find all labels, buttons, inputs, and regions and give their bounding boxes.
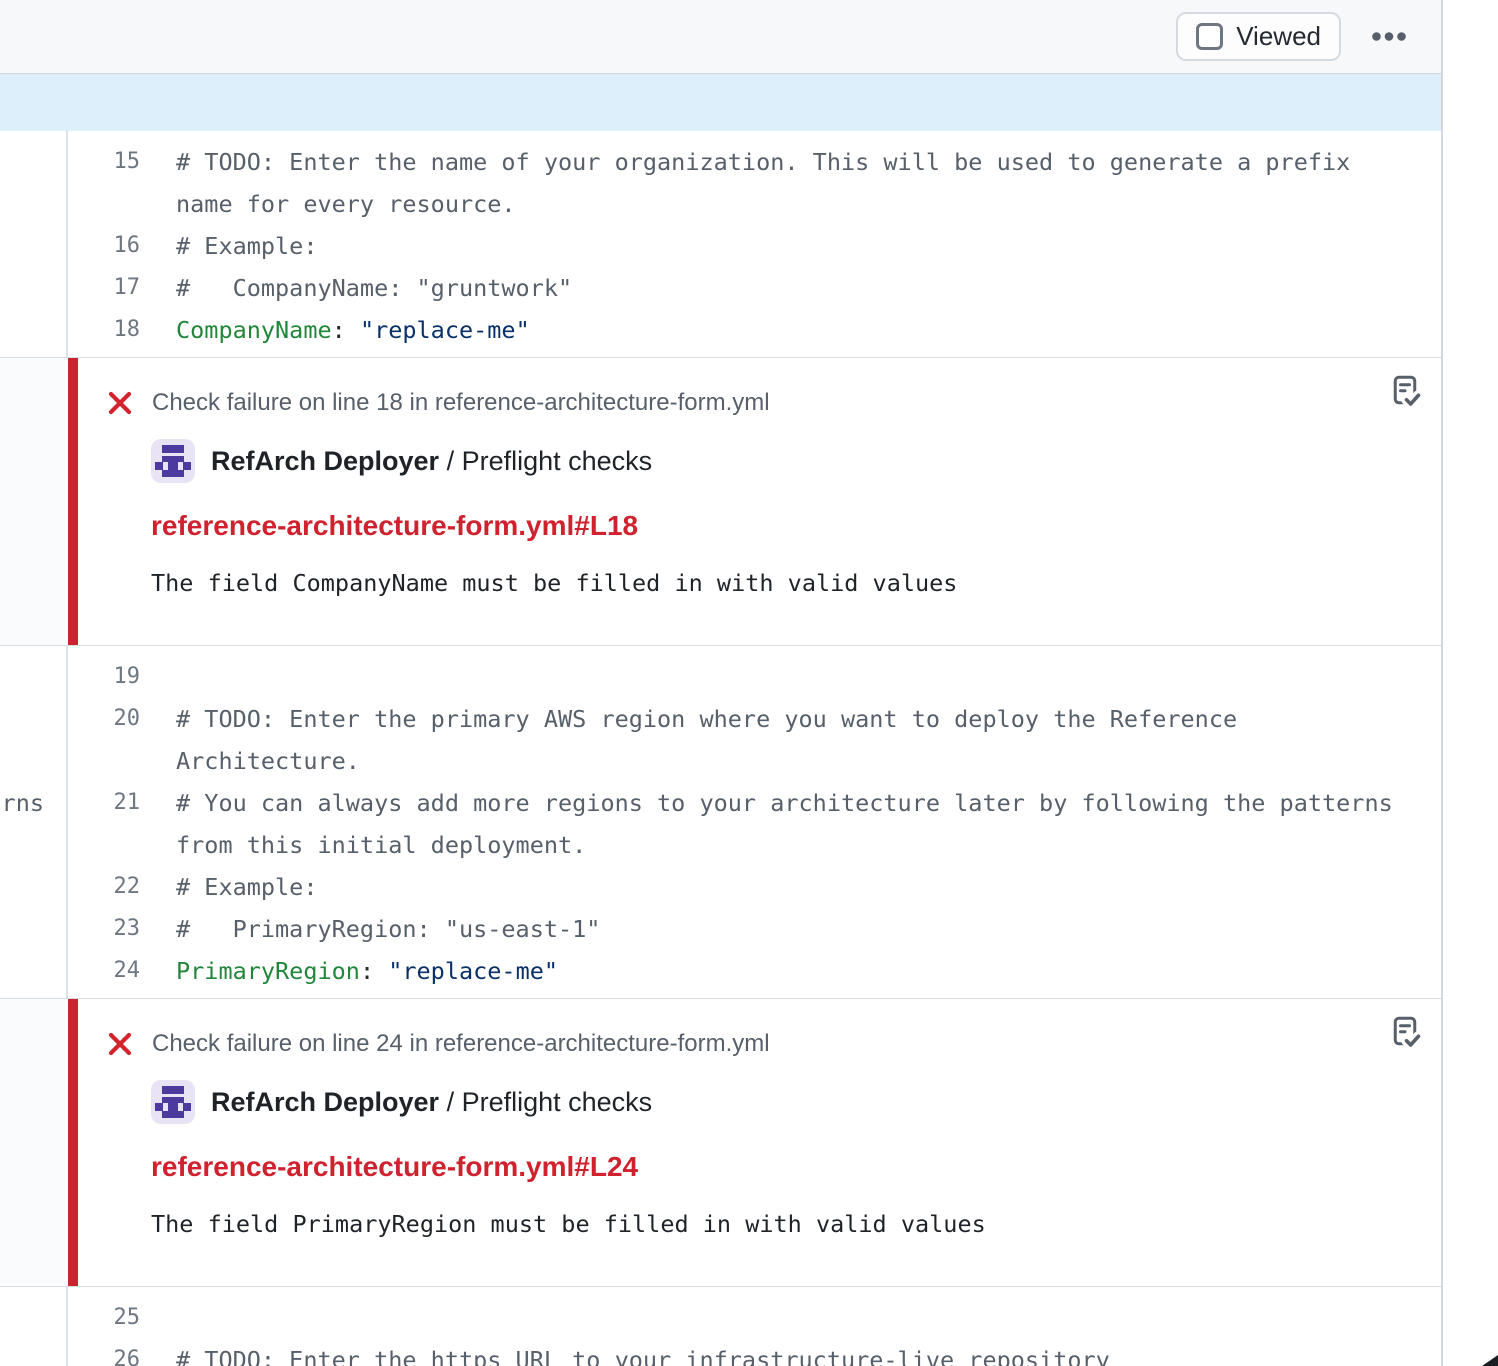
code-text: # TODO: Enter the primary AWS region whe… — [176, 698, 1406, 782]
code-hunk: 15 # TODO: Enter the name of your organiz… — [0, 131, 1441, 357]
code-line: 19 — [68, 656, 1441, 698]
code-line: 18 CompanyName: "replace-me" — [68, 309, 1441, 351]
check-app-name: RefArch Deployer — [211, 446, 439, 476]
check-app-name: RefArch Deployer — [211, 1087, 439, 1117]
line-number[interactable]: 21 — [68, 782, 140, 866]
line-number[interactable]: 16 — [68, 225, 140, 267]
code-text: # Example: — [176, 225, 1406, 267]
annotation-message: The field PrimaryRegion must be filled i… — [151, 1208, 1371, 1240]
annotation-link-row: reference-architecture-form.yml#L18 — [151, 483, 1371, 542]
annotation-content: Check failure on line 24 in reference-ar… — [105, 1029, 1371, 1240]
refarch-deployer-avatar — [151, 439, 195, 483]
code-text: # TODO: Enter the name of your organizat… — [176, 141, 1406, 225]
code-text — [176, 1297, 1406, 1339]
line-number[interactable]: 15 — [68, 141, 140, 225]
kebab-menu-button[interactable] — [1365, 21, 1413, 52]
viewed-label: Viewed — [1236, 21, 1321, 52]
code-hunk: 2526 # TODO: Enter the https URL to your … — [0, 1287, 1441, 1366]
x-icon — [105, 388, 135, 418]
pull-request-diff-page: Viewed 15 # TODO: Enter the name of your … — [0, 0, 1498, 1366]
code-line: 15 # TODO: Enter the name of your organiz… — [68, 141, 1441, 225]
left-pane-overflow-text: rns — [2, 782, 44, 824]
line-number[interactable]: 23 — [68, 908, 140, 950]
checklist-icon-button[interactable] — [1385, 1011, 1425, 1051]
annotation-title: Check failure on line 18 in reference-ar… — [152, 389, 770, 417]
code-text: # PrimaryRegion: "us-east-1" — [176, 908, 1406, 950]
line-number[interactable]: 17 — [68, 267, 140, 309]
line-number[interactable]: 25 — [68, 1297, 140, 1339]
check-run-row: RefArch Deployer / Preflight checks — [151, 1080, 1371, 1124]
code-text: # TODO: Enter the https URL to your infr… — [176, 1339, 1406, 1366]
file-diff-card: Viewed 15 # TODO: Enter the name of your … — [0, 0, 1443, 1366]
annotation-link-row: reference-architecture-form.yml#L24 — [151, 1124, 1371, 1183]
code-rows: 2526 # TODO: Enter the https URL to your … — [68, 1287, 1441, 1366]
diff-body: 15 # TODO: Enter the name of your organiz… — [0, 131, 1441, 1366]
checklist-icon-button[interactable] — [1385, 370, 1425, 410]
annotation-box: Check failure on line 18 in reference-ar… — [68, 358, 1441, 645]
file-header-bar: Viewed — [0, 0, 1441, 74]
annotation-box: Check failure on line 24 in reference-ar… — [68, 999, 1441, 1286]
line-number[interactable]: 19 — [68, 656, 140, 698]
viewed-checkbox[interactable] — [1196, 23, 1223, 50]
code-line: 17 # CompanyName: "gruntwork" — [68, 267, 1441, 309]
code-text: # CompanyName: "gruntwork" — [176, 267, 1406, 309]
left-pane — [0, 999, 68, 1286]
left-pane — [0, 1287, 68, 1366]
code-line: 23 # PrimaryRegion: "us-east-1" — [68, 908, 1441, 950]
code-line: 24 PrimaryRegion: "replace-me" — [68, 950, 1441, 992]
code-text — [176, 656, 1406, 698]
code-line: 21 # You can always add more regions to y… — [68, 782, 1441, 866]
code-line: 22 # Example: — [68, 866, 1441, 908]
kebab-horizontal-icon — [1371, 31, 1407, 42]
code-rows: 15 # TODO: Enter the name of your organiz… — [68, 131, 1441, 357]
annotation-title-row: Check failure on line 18 in reference-ar… — [105, 388, 1371, 418]
viewed-button[interactable]: Viewed — [1176, 12, 1341, 61]
annotation-title: Check failure on line 24 in reference-ar… — [152, 1030, 770, 1058]
left-pane — [0, 358, 68, 645]
line-number[interactable]: 18 — [68, 309, 140, 351]
code-hunk: rns 1920 # TODO: Enter the primary AWS re… — [0, 646, 1441, 998]
code-text: # You can always add more regions to you… — [176, 782, 1406, 866]
code-line: 26 # TODO: Enter the https URL to your in… — [68, 1339, 1441, 1366]
code-line: 25 — [68, 1297, 1441, 1339]
code-line: 16 # Example: — [68, 225, 1441, 267]
left-pane — [0, 131, 68, 357]
code-text: PrimaryRegion: "replace-me" — [176, 950, 1406, 992]
checklist-icon — [1387, 1013, 1423, 1049]
code-rows: 1920 # TODO: Enter the primary AWS region… — [68, 646, 1441, 998]
left-pane: rns — [0, 646, 68, 998]
code-text: # Example: — [176, 866, 1406, 908]
check-context: / Preflight checks — [439, 446, 652, 476]
check-annotation: Check failure on line 24 in reference-ar… — [0, 998, 1441, 1287]
check-run-name: RefArch Deployer / Preflight checks — [211, 1087, 652, 1118]
code-text: CompanyName: "replace-me" — [176, 309, 1406, 351]
line-number[interactable]: 24 — [68, 950, 140, 992]
hunk-header-row — [0, 74, 1441, 131]
annotation-file-link[interactable]: reference-architecture-form.yml#L24 — [151, 1151, 638, 1183]
annotation-message: The field CompanyName must be filled in … — [151, 567, 1371, 599]
annotation-content: Check failure on line 18 in reference-ar… — [105, 388, 1371, 599]
check-context: / Preflight checks — [439, 1087, 652, 1117]
code-line: 20 # TODO: Enter the primary AWS region w… — [68, 698, 1441, 782]
x-icon — [105, 1029, 135, 1059]
mouse-cursor — [1482, 1355, 1498, 1366]
check-annotation: Check failure on line 18 in reference-ar… — [0, 357, 1441, 646]
checklist-icon — [1387, 372, 1423, 408]
refarch-deployer-avatar — [151, 1080, 195, 1124]
annotation-file-link[interactable]: reference-architecture-form.yml#L18 — [151, 510, 638, 542]
line-number[interactable]: 26 — [68, 1339, 140, 1366]
line-number[interactable]: 22 — [68, 866, 140, 908]
line-number[interactable]: 20 — [68, 698, 140, 782]
check-run-row: RefArch Deployer / Preflight checks — [151, 439, 1371, 483]
annotation-title-row: Check failure on line 24 in reference-ar… — [105, 1029, 1371, 1059]
check-run-name: RefArch Deployer / Preflight checks — [211, 446, 652, 477]
